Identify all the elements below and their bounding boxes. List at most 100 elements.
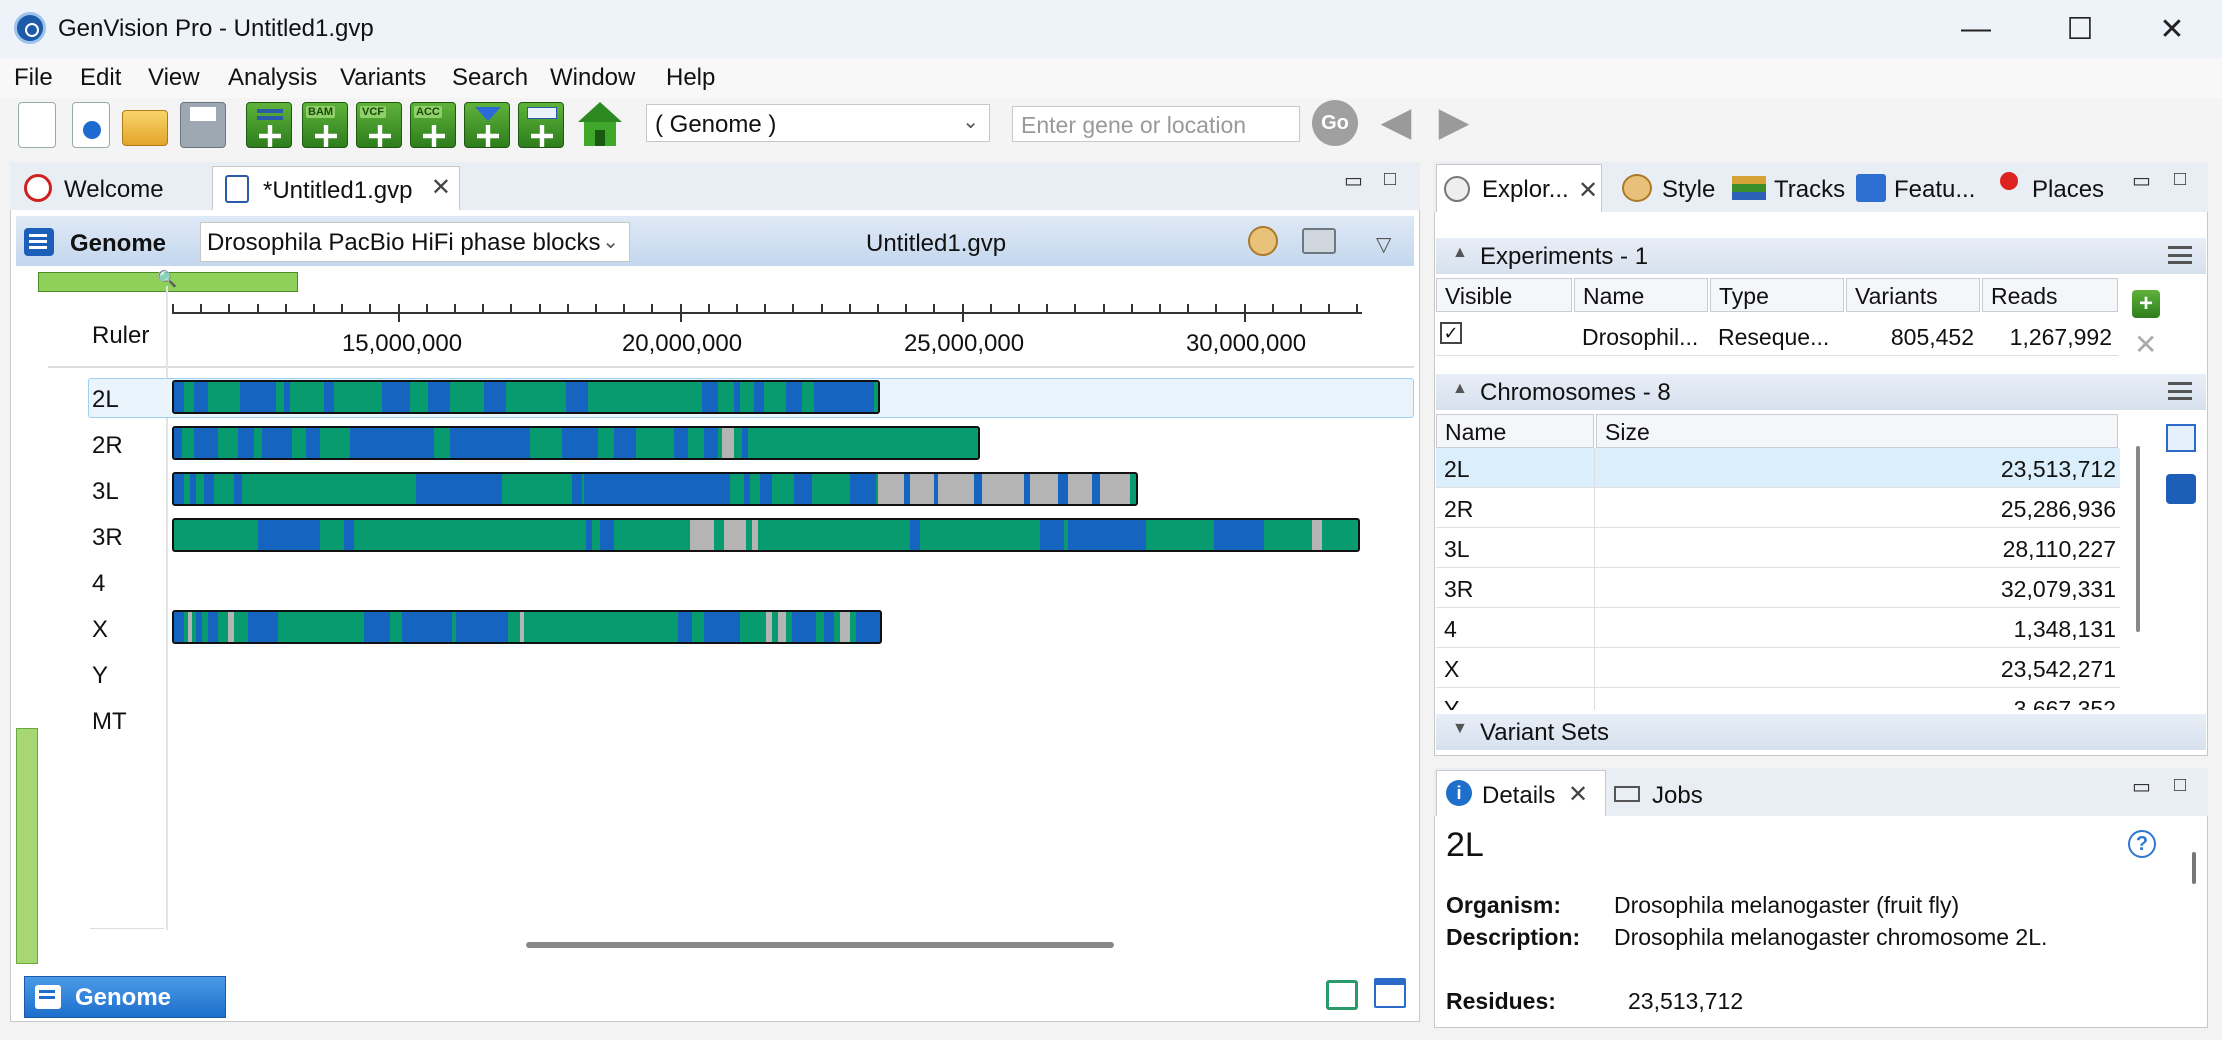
column-header-visible[interactable]: Visible <box>1436 278 1572 312</box>
tab-jobs[interactable]: Jobs <box>1652 782 1703 810</box>
table-row[interactable]: 3R 32,079,331 <box>1436 568 2120 608</box>
maximize-panel-icon[interactable]: □ <box>1384 168 1396 191</box>
chromosome-label-X[interactable]: X <box>92 616 108 644</box>
home-icon[interactable] <box>576 102 624 148</box>
chromosome-bar-2L[interactable] <box>172 380 880 414</box>
chromosome-bar-X[interactable] <box>172 610 882 644</box>
chromosome-label-2R[interactable]: 2R <box>92 432 123 460</box>
menu-search[interactable]: Search <box>452 64 528 92</box>
fit-view-icon[interactable] <box>1326 980 1358 1010</box>
minimize-panel-icon[interactable]: ▭ <box>2132 168 2151 193</box>
horizontal-scrollbar[interactable] <box>526 942 1114 948</box>
tab-welcome[interactable]: Welcome <box>14 166 210 210</box>
chromosome-scrollbar[interactable] <box>2136 446 2140 632</box>
help-icon[interactable]: ? <box>2128 830 2156 858</box>
chromosome-bar-3R[interactable] <box>172 518 1360 552</box>
tab-untitled[interactable]: *Untitled1.gvp ✕ <box>212 166 460 210</box>
dataset-dropdown[interactable]: Drosophila PacBio HiFi phase blocks ⌄ <box>200 222 630 262</box>
close-tab-icon[interactable]: ✕ <box>1578 176 1598 205</box>
menu-file[interactable]: File <box>14 64 53 92</box>
maximize-panel-icon[interactable]: □ <box>2174 774 2186 797</box>
vertical-zoom-slider[interactable] <box>16 728 38 964</box>
tab-features[interactable]: Featu... <box>1894 176 1975 204</box>
close-tab-icon[interactable]: ✕ <box>431 173 451 202</box>
menu-window[interactable]: Window <box>550 64 635 92</box>
new-file-icon[interactable] <box>18 102 56 148</box>
menu-edit[interactable]: Edit <box>80 64 121 92</box>
tab-details[interactable]: Details <box>1482 782 1555 810</box>
minimize-button[interactable]: — <box>1930 0 2022 58</box>
chromosome-label-3R[interactable]: 3R <box>92 524 123 552</box>
genome-view-icon <box>24 228 54 256</box>
add-experiment-button[interactable]: + <box>2132 290 2160 318</box>
column-header-type[interactable]: Type <box>1710 278 1844 312</box>
add-graph-button[interactable] <box>518 102 564 148</box>
add-vcf-button[interactable]: VCF <box>356 102 402 148</box>
chromosome-label-2L[interactable]: 2L <box>92 386 119 414</box>
gene-search-input[interactable]: Enter gene or location <box>1012 106 1300 142</box>
table-row[interactable]: X 23,542,271 <box>1436 648 2120 688</box>
minimize-panel-icon[interactable]: ▭ <box>1344 168 1363 193</box>
style-palette-icon[interactable] <box>1248 226 1278 256</box>
go-button[interactable]: Go <box>1312 100 1358 146</box>
chromosome-label-3L[interactable]: 3L <box>92 478 119 506</box>
close-tab-icon[interactable]: ✕ <box>1568 780 1588 809</box>
chromosome-label-4[interactable]: 4 <box>92 570 105 598</box>
ruler-tick <box>848 304 851 314</box>
details-scrollbar[interactable] <box>2192 852 2196 884</box>
chart-icon[interactable] <box>2166 424 2196 452</box>
table-row[interactable]: Y 3,667,352 <box>1436 688 2120 710</box>
chromosome-bar-2R[interactable] <box>172 426 980 460</box>
back-arrow-icon[interactable]: ◀ <box>1374 102 1418 144</box>
tab-tracks[interactable]: Tracks <box>1774 176 1845 204</box>
chromosome-bar-3L[interactable] <box>172 472 1138 506</box>
table-row[interactable]: 2L 23,513,712 <box>1436 448 2120 488</box>
experiments-section-header[interactable]: ▲ Experiments - 1 <box>1436 238 2206 274</box>
chromosome-label-MT[interactable]: MT <box>92 708 127 736</box>
tab-places[interactable]: Places <box>2032 176 2104 204</box>
add-bam-button[interactable]: BAM <box>302 102 348 148</box>
menu-help[interactable]: Help <box>666 64 715 92</box>
menu-analysis[interactable]: Analysis <box>228 64 317 92</box>
save-icon[interactable] <box>180 102 226 148</box>
maximize-panel-icon[interactable]: □ <box>2174 168 2186 191</box>
close-button[interactable]: ✕ <box>2126 0 2218 58</box>
remove-experiment-button[interactable]: ✕ <box>2134 328 2157 361</box>
table-row[interactable]: 3L 28,110,227 <box>1436 528 2120 568</box>
phase-block <box>186 382 190 412</box>
chromosomes-section-header[interactable]: ▲ Chromosomes - 8 <box>1436 374 2206 410</box>
hamburger-menu-icon[interactable] <box>2168 246 2192 264</box>
add-acc-button[interactable]: ACC <box>410 102 456 148</box>
add-track-button[interactable] <box>246 102 292 148</box>
open-folder-icon[interactable] <box>122 110 168 146</box>
column-header-name[interactable]: Name <box>1436 414 1594 448</box>
phase-block <box>350 428 434 458</box>
column-header-variants[interactable]: Variants <box>1846 278 1980 312</box>
chromosome-label-Y[interactable]: Y <box>92 662 108 690</box>
menu-view[interactable]: View <box>148 64 200 92</box>
view-menu-icon[interactable]: ▽ <box>1376 232 1391 257</box>
variant-sets-section-header[interactable]: ▼ Variant Sets <box>1436 714 2206 750</box>
maximize-button[interactable]: ☐ <box>2034 0 2126 58</box>
minimize-panel-icon[interactable]: ▭ <box>2132 774 2151 799</box>
column-header-size[interactable]: Size <box>1596 414 2118 448</box>
tab-explorer[interactable]: Explor... <box>1482 176 1569 204</box>
phase-block <box>904 474 910 504</box>
table-row[interactable]: 4 1,348,131 <box>1436 608 2120 648</box>
forward-arrow-icon[interactable]: ▶ <box>1432 102 1476 144</box>
hamburger-menu-icon[interactable] <box>2168 382 2192 400</box>
menu-variants[interactable]: Variants <box>340 64 426 92</box>
genome-tab-button[interactable]: Genome <box>24 976 226 1018</box>
genome-dropdown[interactable]: ( Genome ) ⌄ <box>646 104 990 142</box>
camera-icon[interactable] <box>1302 228 1336 254</box>
window-icon[interactable] <box>1374 978 1406 1008</box>
column-header-reads[interactable]: Reads <box>1982 278 2118 312</box>
tab-style[interactable]: Style <box>1662 176 1715 204</box>
new-project-icon[interactable] <box>72 102 110 148</box>
table-row[interactable]: 2R 25,286,936 <box>1436 488 2120 528</box>
visible-checkbox[interactable]: ✓ <box>1440 322 1462 344</box>
overview-slider[interactable]: 🔍 <box>38 271 298 292</box>
genome-view-icon[interactable] <box>2166 474 2196 504</box>
add-filter-button[interactable] <box>464 102 510 148</box>
column-header-name[interactable]: Name <box>1574 278 1708 312</box>
